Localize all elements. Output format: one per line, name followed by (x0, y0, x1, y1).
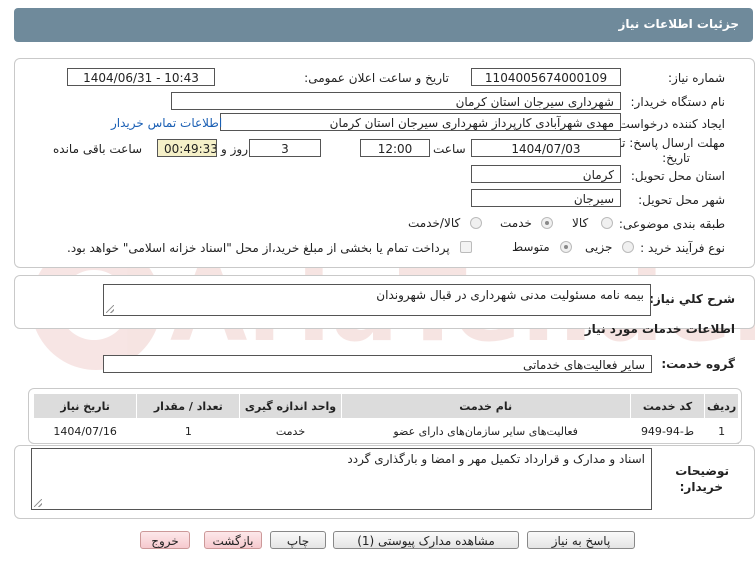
col-code-header: کد خدمت (629, 393, 706, 419)
cell-date: 1404/07/16 (33, 418, 137, 444)
buyer-org-label: نام دستگاه خریدار: (630, 95, 726, 109)
announce-datetime-label: تاریخ و ساعت اعلان عمومی: (304, 71, 449, 85)
buyer-notes-field[interactable]: اسناد و مدارک و قرارداد تکمیل مهر و امضا… (31, 448, 652, 510)
city-label: شهر محل تحویل: (638, 193, 725, 207)
window-titlebar: جزئیات اطلاعات نیاز (14, 8, 753, 42)
buyer-org-field[interactable]: شهرداری سیرجان استان کرمان (171, 92, 621, 110)
back-button[interactable]: بازگشت (204, 531, 262, 549)
col-qty-header: تعداد / مقدار (136, 393, 241, 419)
service-group-field[interactable]: سایر فعالیت‌های خدماتی (103, 355, 652, 373)
category-radio-goods-service[interactable] (470, 217, 482, 229)
need-number-field[interactable]: 1104005674000109 (471, 68, 621, 86)
cell-unit: خدمت (239, 418, 342, 444)
buyer-notes-label-2: خریدار: (679, 480, 723, 494)
exit-button[interactable]: خروج (140, 531, 190, 549)
category-option-goods: کالا (572, 216, 589, 230)
deadline-time-field[interactable]: 12:00 (360, 139, 430, 157)
buyer-notes-label: توضیحات (675, 464, 729, 478)
cell-name: فعالیت‌های سایر سازمان‌های دارای عضو (341, 418, 631, 444)
service-group-label: گروه خدمت: (661, 357, 735, 371)
cell-row: 1 (704, 418, 739, 444)
category-option-goods-service: کالا/خدمت (408, 216, 461, 230)
buyer-notes-text: اسناد و مدارک و قرارداد تکمیل مهر و امضا… (347, 452, 645, 466)
view-docs-button[interactable]: مشاهده مدارک پیوستی (1) (333, 531, 519, 549)
remaining-time-label: ساعت باقی مانده (53, 142, 143, 156)
process-option-minor: جزیی (585, 240, 613, 254)
need-number-label: شماره نیاز: (668, 71, 725, 85)
city-field[interactable]: سیرجان (471, 189, 621, 207)
treasury-payment-checkbox[interactable] (460, 241, 472, 253)
process-radio-minor[interactable] (622, 241, 634, 253)
resize-grip-icon[interactable] (106, 305, 114, 313)
reply-button[interactable]: پاسخ به نیاز (527, 531, 635, 549)
col-date-header: تاریخ نیاز (32, 393, 138, 419)
window-title: جزئیات اطلاعات نیاز (618, 17, 739, 31)
category-radio-goods[interactable] (601, 217, 613, 229)
process-type-label: نوع فرآیند خرید : (640, 241, 725, 255)
category-radio-service[interactable] (541, 217, 553, 229)
table-row[interactable]: 1 ط-94-949 فعالیت‌های سایر سازمان‌های دا… (33, 418, 739, 444)
buyer-contact-link[interactable]: اطلاعات تماس خریدار (111, 116, 222, 130)
cell-code: ط-94-949 (630, 418, 705, 444)
print-button[interactable]: چاپ (270, 531, 326, 549)
process-option-medium: متوسط (512, 240, 550, 254)
services-table: ردیف کد خدمت نام خدمت واحد اندازه گیری ت… (32, 393, 739, 444)
cell-qty: 1 (136, 418, 240, 444)
services-table-header: ردیف کد خدمت نام خدمت واحد اندازه گیری ت… (32, 393, 739, 419)
requester-field[interactable]: مهدی شهرآبادی کارپرداز شهرداری سیرجان اس… (220, 113, 621, 131)
province-label: استان محل تحویل: (630, 169, 725, 183)
category-option-service: خدمت (500, 216, 532, 230)
need-description-label: شرح کلي نياز: (649, 292, 735, 306)
need-description-text: بیمه نامه مسئولیت مدنی شهرداری در قبال ش… (376, 288, 644, 302)
deadline-date-field[interactable]: 1404/07/03 (471, 139, 621, 157)
resize-grip-icon[interactable] (34, 499, 42, 507)
process-radio-medium[interactable] (560, 241, 572, 253)
col-name-header: نام خدمت (340, 393, 631, 419)
deadline-days-label: روز و (221, 142, 248, 156)
treasury-payment-note: پرداخت تمام یا بخشی از مبلغ خرید،از محل … (67, 241, 450, 255)
need-description-field[interactable]: بیمه نامه مسئولیت مدنی شهرداری در قبال ش… (103, 284, 651, 316)
remaining-time-field: 00:49:33 (157, 139, 217, 157)
deadline-label: مهلت ارسال پاسخ: تا (618, 136, 725, 150)
deadline-label-2: تاریخ: (662, 151, 690, 165)
deadline-time-label: ساعت (433, 142, 466, 156)
need-details-panel (14, 58, 755, 268)
deadline-days-field[interactable]: 3 (249, 139, 321, 157)
province-field[interactable]: کرمان (471, 165, 621, 183)
services-section-title: اطلاعات خدمات مورد نياز (584, 322, 735, 336)
requester-label: ایجاد کننده درخواست: (614, 117, 725, 131)
category-label: طبقه بندی موضوعی: (618, 217, 725, 231)
col-unit-header: واحد اندازه گیری (239, 393, 342, 419)
announce-datetime-field[interactable]: 1404/06/31 - 10:43 (67, 68, 215, 86)
col-row-header: ردیف (704, 393, 739, 419)
